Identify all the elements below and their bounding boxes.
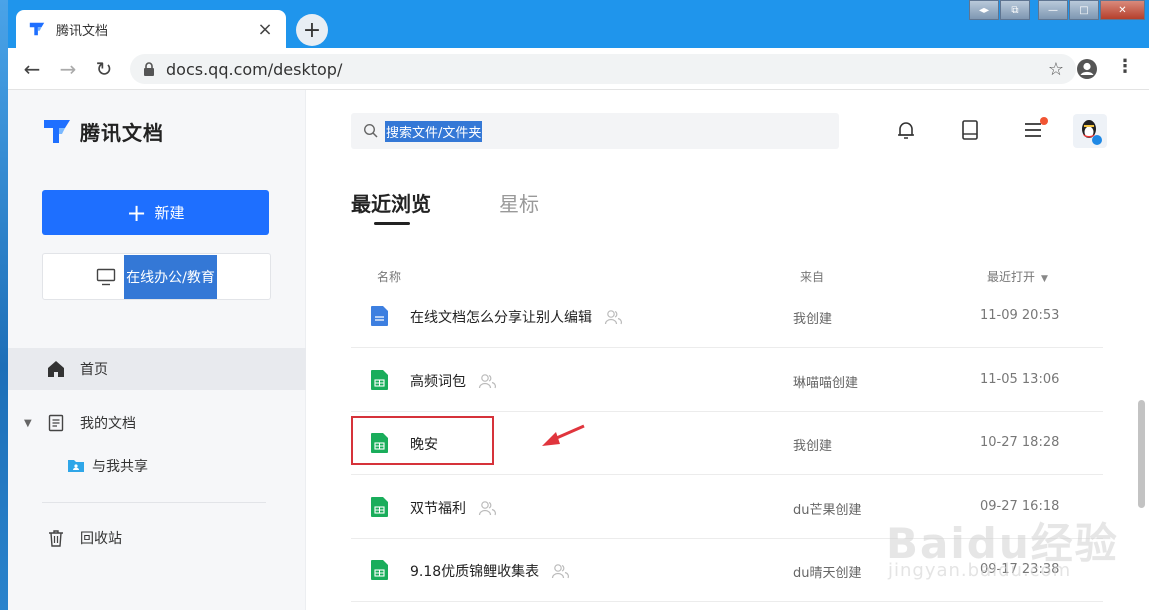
tab-recent[interactable]: 最近浏览: [351, 188, 431, 217]
file-last-opened: 10-27 18:28: [980, 435, 1060, 450]
profile-icon[interactable]: [1076, 58, 1098, 80]
sidebar-item-label: 与我共享: [92, 459, 148, 475]
sheet-file-icon: [371, 496, 388, 517]
forward-arrow-icon[interactable]: →: [56, 57, 80, 81]
sort-down-icon: ▼: [1041, 274, 1048, 284]
shared-users-icon: [552, 564, 570, 579]
lock-icon: [144, 62, 154, 76]
qq-penguin-icon: [1082, 120, 1102, 145]
shared-folder-icon: [68, 460, 84, 472]
column-header-name: 名称: [377, 270, 402, 284]
brand-logo[interactable]: 腾讯文档: [42, 116, 164, 146]
sheet-file-icon: [371, 369, 388, 390]
column-header-last-opened-label: 最近打开: [987, 270, 1036, 284]
back-arrow-icon[interactable]: ←: [20, 57, 44, 81]
online-office-label: 在线办公/教育: [124, 254, 217, 299]
file-source: 我创建: [793, 312, 833, 327]
column-header-source: 来自: [800, 270, 825, 284]
browser-window: 腾讯文档 × + ◂▸ ⧉ — □ ✕ ← → ↻ docs.qq.com/de…: [8, 0, 1149, 610]
search-input[interactable]: 搜索文件/文件夹: [351, 113, 839, 149]
online-office-button[interactable]: 在线办公/教育: [42, 253, 271, 300]
file-name[interactable]: 9.18优质锦鲤收集表: [410, 561, 570, 581]
shared-users-icon: [604, 310, 622, 325]
file-name-text: 9.18优质锦鲤收集表: [410, 564, 540, 580]
sheet-file-icon: [371, 560, 388, 580]
page-content: 腾讯文档 + 新建 在线办公/教育 首页 ▼ 我的文档 与我共享 回收站 搜索文…: [8, 90, 1149, 610]
file-name-text: 在线文档怎么分享让别人编辑: [410, 310, 592, 326]
file-name[interactable]: 高频词包: [410, 371, 496, 391]
sidebar-item-label: 回收站: [80, 531, 122, 547]
bookmark-star-icon[interactable]: ☆: [1048, 59, 1064, 80]
doc-file-icon: [371, 306, 388, 326]
file-last-opened: 11-09 20:53: [980, 308, 1060, 323]
search-placeholder: 搜索文件/文件夹: [385, 120, 483, 142]
sidebar-item-my-documents[interactable]: ▼ 我的文档: [8, 402, 306, 444]
view-tabs: 最近浏览 星标: [351, 188, 607, 217]
url-field[interactable]: docs.qq.com/desktop/ ☆: [130, 54, 1076, 84]
active-tab-underline: [374, 222, 410, 225]
window-minimize-button[interactable]: —: [1038, 0, 1068, 20]
notification-dot: [1040, 117, 1048, 125]
tencent-docs-favicon: [29, 22, 45, 36]
brand-name: 腾讯文档: [80, 120, 164, 145]
avatar[interactable]: [1073, 114, 1107, 148]
file-source: 我创建: [793, 439, 833, 454]
shared-users-icon: [478, 373, 496, 388]
window-snap-button[interactable]: ⧉: [1000, 0, 1030, 20]
document-icon: [48, 414, 64, 432]
sidebar-divider: [42, 502, 266, 503]
monitor-icon: [96, 268, 116, 285]
tab-title: 腾讯文档: [56, 23, 109, 39]
browser-menu-icon[interactable]: ⋮: [1116, 56, 1134, 77]
window-restore-button[interactable]: ◂▸: [969, 0, 999, 20]
file-source: 琳喵喵创建: [793, 375, 859, 391]
window-maximize-button[interactable]: □: [1069, 0, 1099, 20]
address-bar: ← → ↻ docs.qq.com/desktop/ ☆ ⋮: [8, 48, 1149, 90]
expand-triangle-icon[interactable]: ▼: [24, 418, 32, 429]
bell-icon[interactable]: [894, 118, 918, 142]
sidebar-item-trash[interactable]: 回收站: [8, 517, 306, 559]
new-tab-button[interactable]: +: [296, 14, 328, 46]
file-name[interactable]: 双节福利: [410, 498, 496, 518]
tablet-icon[interactable]: [958, 118, 982, 142]
new-document-button[interactable]: + 新建: [42, 190, 269, 235]
highlight-box: [351, 416, 494, 465]
file-source: du芒果创建: [793, 502, 862, 518]
window-close-button[interactable]: ✕: [1100, 0, 1145, 20]
sidebar: 腾讯文档 + 新建 在线办公/教育 首页 ▼ 我的文档 与我共享 回收站: [8, 90, 306, 610]
table-row[interactable]: 在线文档怎么分享让别人编辑 我创建 11-09 20:53: [351, 285, 1103, 348]
file-name-text: 高频词包: [410, 373, 466, 390]
plus-icon: +: [126, 198, 147, 227]
tab-strip: 腾讯文档 × + ◂▸ ⧉ — □ ✕: [8, 0, 1149, 48]
url-text: docs.qq.com/desktop/: [166, 59, 343, 79]
file-name[interactable]: 在线文档怎么分享让别人编辑: [410, 307, 622, 327]
red-arrow-icon: [542, 424, 585, 446]
browser-tab[interactable]: 腾讯文档 ×: [16, 10, 286, 48]
scrollbar-thumb[interactable]: [1138, 400, 1145, 508]
sidebar-item-label: 首页: [80, 362, 108, 378]
tencent-docs-logo-icon: [44, 120, 70, 143]
shared-users-icon: [478, 500, 496, 515]
column-header-last-opened[interactable]: 最近打开 ▼: [987, 268, 1048, 285]
new-document-label: 新建: [154, 204, 185, 222]
file-source: du晴天创建: [793, 566, 862, 581]
file-name-text: 双节福利: [410, 500, 466, 517]
sidebar-item-home[interactable]: 首页: [8, 348, 306, 390]
file-last-opened: 11-05 13:06: [980, 371, 1060, 387]
home-icon: [48, 361, 64, 377]
reload-icon[interactable]: ↻: [92, 57, 116, 81]
watermark-domain: jingyan.baidu.com: [888, 560, 1072, 581]
tab-close-icon[interactable]: ×: [256, 19, 274, 40]
trash-icon: [49, 530, 63, 547]
tab-starred[interactable]: 星标: [499, 188, 539, 217]
sidebar-item-label: 我的文档: [80, 416, 136, 432]
table-row[interactable]: 高频词包 琳喵喵创建 11-05 13:06: [351, 349, 1103, 412]
search-icon: [363, 123, 378, 138]
sidebar-item-shared-with-me[interactable]: 与我共享: [8, 445, 306, 487]
